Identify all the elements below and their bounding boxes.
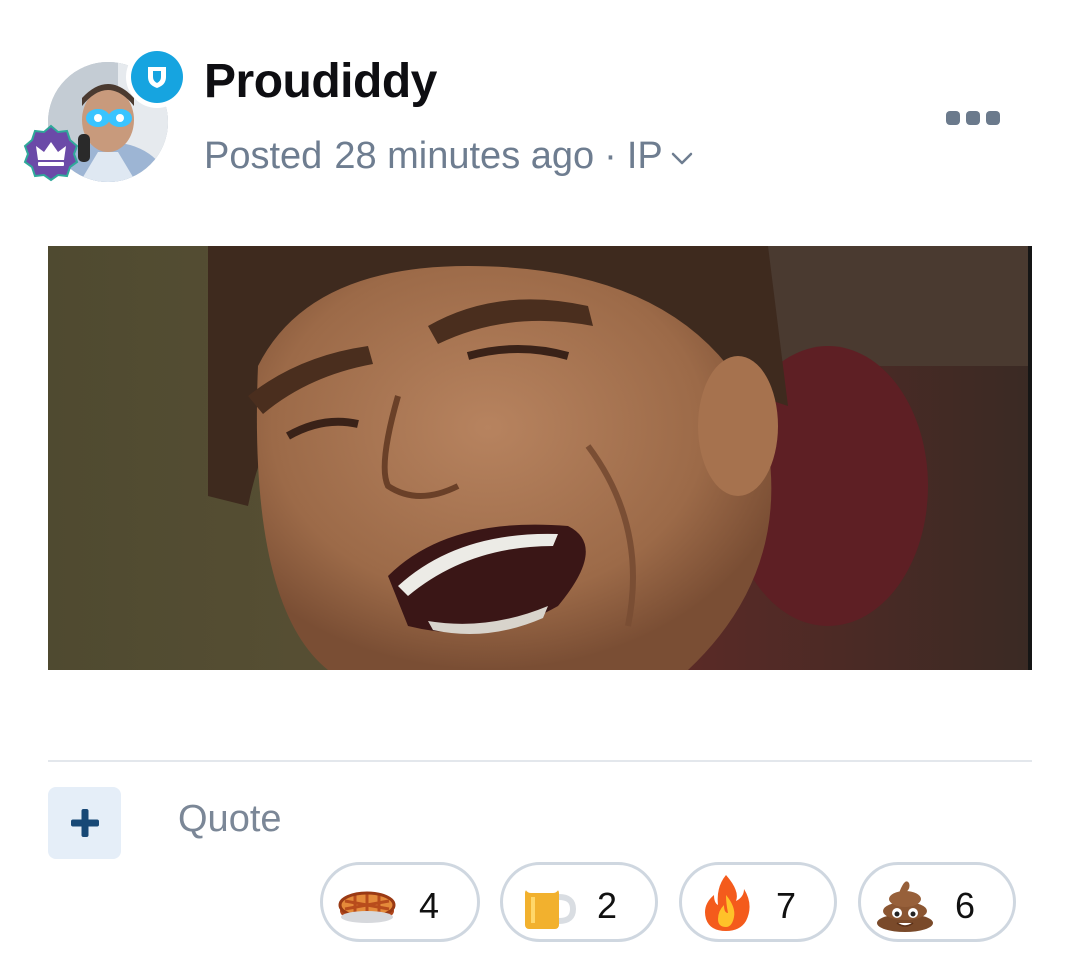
- divider: [48, 760, 1032, 762]
- more-options-button[interactable]: [946, 106, 1000, 130]
- beer-mug-icon: [525, 877, 577, 929]
- pie-icon: [338, 891, 396, 923]
- poop-icon: [877, 881, 933, 932]
- reaction-pie[interactable]: 4: [320, 862, 480, 942]
- crown-icon: [23, 124, 79, 182]
- rank-badge: [22, 124, 80, 182]
- post-timestamp[interactable]: 28 minutes ago: [334, 135, 594, 178]
- more-options-icon: [946, 111, 960, 125]
- chevron-down-icon[interactable]: [671, 152, 693, 166]
- shield-icon: [148, 67, 166, 88]
- ip-toggle[interactable]: IP: [627, 135, 663, 178]
- reaction-count: 6: [954, 885, 975, 926]
- posted-label: Posted: [204, 135, 323, 177]
- moderator-badge: [126, 46, 188, 108]
- fire-icon: [705, 875, 750, 931]
- plus-icon: [70, 809, 99, 837]
- reaction-poop[interactable]: 6: [858, 862, 1016, 942]
- author-avatar-wrap[interactable]: [23, 46, 188, 182]
- post-image[interactable]: [48, 246, 1032, 670]
- reaction-count: 7: [775, 885, 796, 926]
- post-meta: Posted 28 minutes ago · IP: [204, 135, 693, 178]
- author-name[interactable]: Proudiddy: [204, 54, 437, 109]
- quote-button[interactable]: Quote: [178, 798, 282, 841]
- reaction-fire[interactable]: 7: [679, 862, 837, 942]
- reaction-beer[interactable]: 2: [500, 862, 658, 942]
- add-reaction-button[interactable]: [48, 787, 121, 859]
- forum-post: Proudiddy Posted 28 minutes ago · IP Quo…: [0, 0, 1080, 975]
- meta-separator: ·: [604, 135, 617, 177]
- reaction-count: 2: [596, 885, 617, 926]
- reaction-count: 4: [418, 885, 439, 926]
